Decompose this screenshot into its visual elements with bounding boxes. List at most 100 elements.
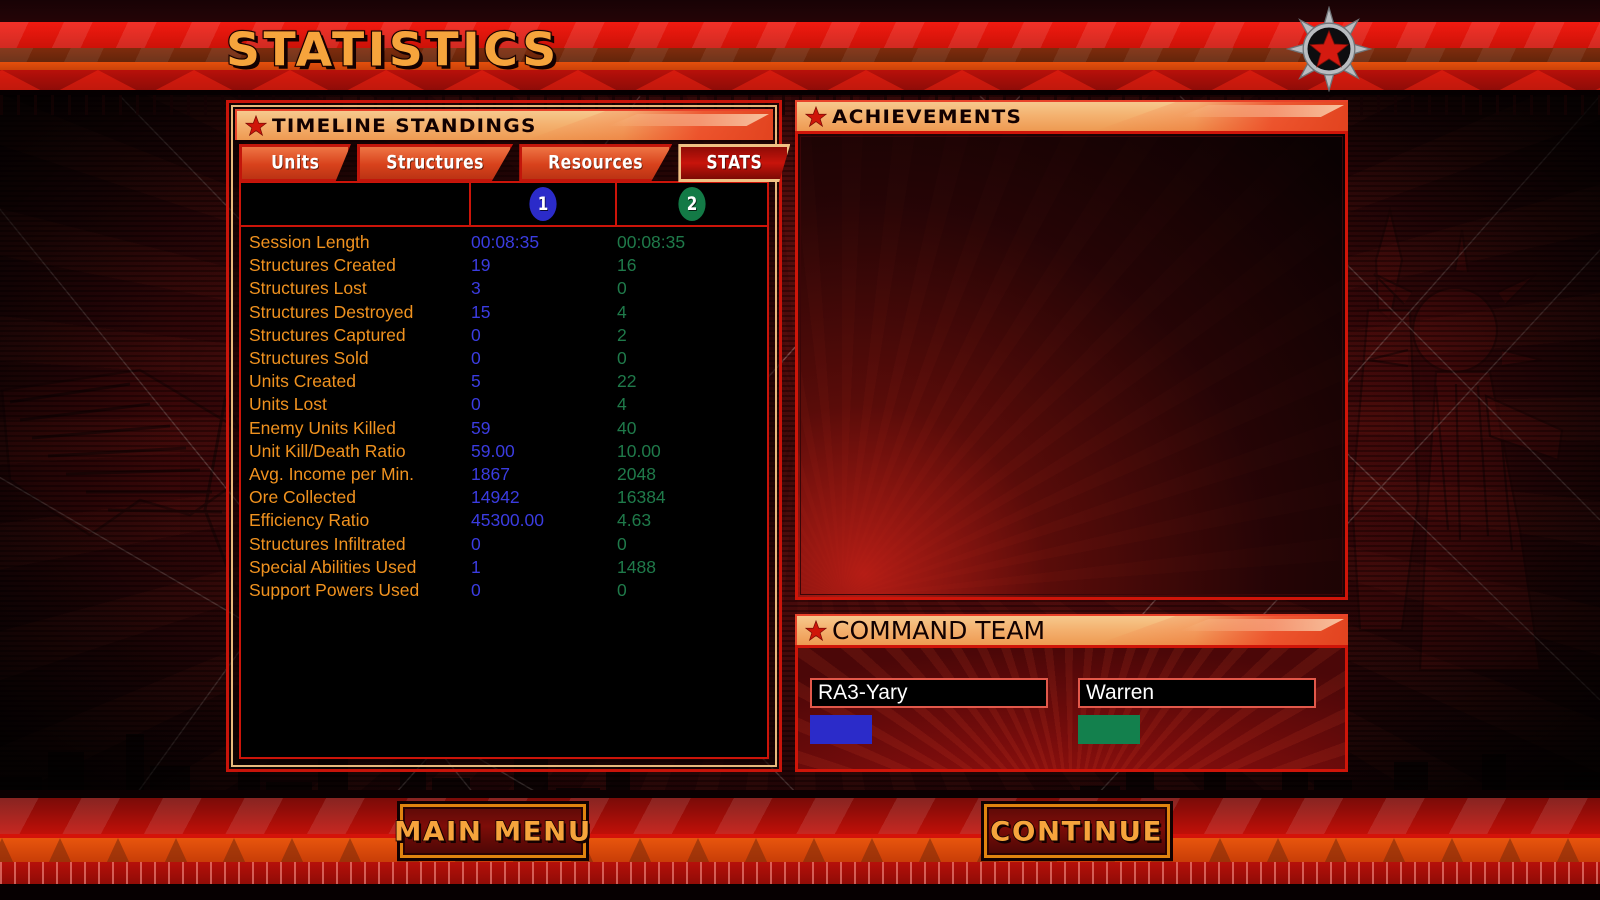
stat-value-player2: 0 [617, 533, 627, 554]
stat-label: Structures Destroyed [249, 301, 414, 322]
main-menu-button[interactable]: MAIN MENU [393, 804, 591, 858]
command-team-panel: COMMAND TEAM RA3-Yary Warren [795, 614, 1348, 772]
banner-triangle [1440, 838, 1464, 864]
banner-triangle [824, 70, 908, 92]
achievements-panel: ACHIEVEMENTS [795, 100, 1348, 600]
table-row: Units Lost 0 4 [241, 393, 767, 416]
stat-value-player2: 2 [617, 324, 627, 345]
red-star-emblem-icon [1286, 6, 1372, 92]
table-row: Session Length 00:08:35 00:08:35 [241, 231, 767, 254]
table-row: Structures Infiltrated 0 0 [241, 532, 767, 555]
banner-triangle [1266, 838, 1290, 864]
banner-triangle [1382, 838, 1406, 864]
table-row: Enemy Units Killed 59 40 [241, 417, 767, 440]
stat-label: Support Powers Used [249, 579, 420, 600]
banner-triangle [106, 838, 130, 864]
banner-triangle [164, 838, 188, 864]
tab-structures[interactable]: Structures [357, 144, 514, 182]
player1-color-swatch [810, 715, 872, 744]
stat-value-player1: 5 [471, 371, 481, 392]
banner-triangle [1400, 70, 1484, 92]
table-row: Structures Lost 3 0 [241, 277, 767, 300]
table-row: Units Created 5 22 [241, 370, 767, 393]
stat-value-player1: 1867 [471, 463, 510, 484]
stat-value-player1: 0 [471, 394, 481, 415]
banner-triangle [1496, 70, 1580, 92]
banner-triangle [860, 838, 884, 864]
banner-triangle [338, 838, 362, 864]
banner-triangle [920, 70, 1004, 92]
stats-table-header: 1 2 [241, 183, 767, 227]
command-team-players: RA3-Yary Warren [795, 645, 1348, 772]
stat-value-player2: 22 [617, 371, 637, 392]
stat-value-player2: 1488 [617, 556, 656, 577]
stat-value-player1: 19 [471, 255, 491, 276]
stats-col-player1-header: 1 [471, 183, 617, 225]
banner-triangle [628, 838, 652, 864]
table-row: Efficiency Ratio 45300.00 4.63 [241, 509, 767, 532]
banner-triangle [1556, 838, 1580, 864]
timeline-standings-panel: TIMELINE STANDINGS Units Structures Reso… [226, 100, 791, 772]
table-row: Structures Destroyed 15 4 [241, 301, 767, 324]
stat-value-player2: 16 [617, 255, 637, 276]
banner-triangle [48, 838, 72, 864]
tab-units[interactable]: Units [239, 144, 351, 182]
stats-table-body: Session Length 00:08:35 00:08:35 Structures… [241, 227, 767, 602]
banner-triangle [802, 838, 826, 864]
continue-button-label: CONTINUE [990, 815, 1164, 848]
stat-value-player1: 14942 [471, 487, 520, 508]
tab-stats-label: STATS [706, 151, 763, 175]
stat-value-player2: 2048 [617, 463, 656, 484]
banner-triangle [686, 838, 710, 864]
red-star-icon [805, 619, 827, 641]
table-row: Unit Kill/Death Ratio 59.00 10.00 [241, 440, 767, 463]
banner-triangle [1112, 70, 1196, 92]
achievements-list[interactable] [795, 131, 1348, 600]
player1-number-badge: 1 [529, 187, 557, 221]
stat-label: Avg. Income per Min. [249, 463, 415, 484]
banner-triangle [1208, 70, 1292, 92]
stat-value-player1: 15 [471, 301, 491, 322]
player-card-1[interactable]: RA3-Yary [810, 678, 1048, 769]
banner-triangle [222, 838, 246, 864]
stat-value-player2: 0 [617, 278, 627, 299]
stat-value-player2: 0 [617, 348, 627, 369]
tab-structures-label: Structures [386, 151, 484, 175]
page-title: STATISTICS [225, 23, 560, 78]
table-row: Structures Sold 0 0 [241, 347, 767, 370]
banner-triangle [728, 70, 812, 92]
command-team-panel-title: COMMAND TEAM [832, 616, 1046, 645]
stat-value-player1: 1 [471, 556, 481, 577]
banner-triangle [0, 70, 44, 92]
stat-value-player1: 59 [471, 417, 491, 438]
achievements-panel-title: ACHIEVEMENTS [832, 105, 1023, 128]
main-menu-button-label: MAIN MENU [393, 815, 592, 848]
stat-value-player1: 59.00 [471, 440, 515, 461]
red-star-icon [245, 114, 267, 136]
stat-label: Structures Created [249, 255, 396, 276]
stat-label: Units Created [249, 371, 356, 392]
stat-label: Unit Kill/Death Ratio [249, 440, 406, 461]
stat-value-player2: 10.00 [617, 440, 661, 461]
stat-label: Enemy Units Killed [249, 417, 396, 438]
banner-triangle [744, 838, 768, 864]
stat-label: Structures Lost [249, 278, 367, 299]
continue-button[interactable]: CONTINUE [984, 804, 1170, 858]
tab-stats[interactable]: STATS [678, 144, 791, 182]
banner-triangle [1016, 70, 1100, 92]
stats-table: 1 2 Session Length 00:08:35 00:08:35 Struct… [239, 181, 769, 759]
stat-label: Special Abilities Used [249, 556, 417, 577]
red-star-icon [805, 105, 827, 127]
stat-value-player1: 0 [471, 533, 481, 554]
statistics-screen: STATISTICS TIMELINE STANDINGS Units Stru… [0, 0, 1600, 900]
banner-triangle [152, 70, 236, 92]
tab-resources-label: Resources [548, 151, 644, 175]
stat-value-player2: 0 [617, 579, 627, 600]
tab-resources[interactable]: Resources [519, 144, 673, 182]
stat-label: Structures Sold [249, 348, 369, 369]
timeline-panel-title: TIMELINE STANDINGS [272, 114, 537, 137]
stat-label: Units Lost [249, 394, 327, 415]
timeline-tab-bar[interactable]: Units Structures Resources STATS [239, 144, 791, 182]
player-card-2[interactable]: Warren [1078, 678, 1316, 769]
player2-color-swatch [1078, 715, 1140, 744]
